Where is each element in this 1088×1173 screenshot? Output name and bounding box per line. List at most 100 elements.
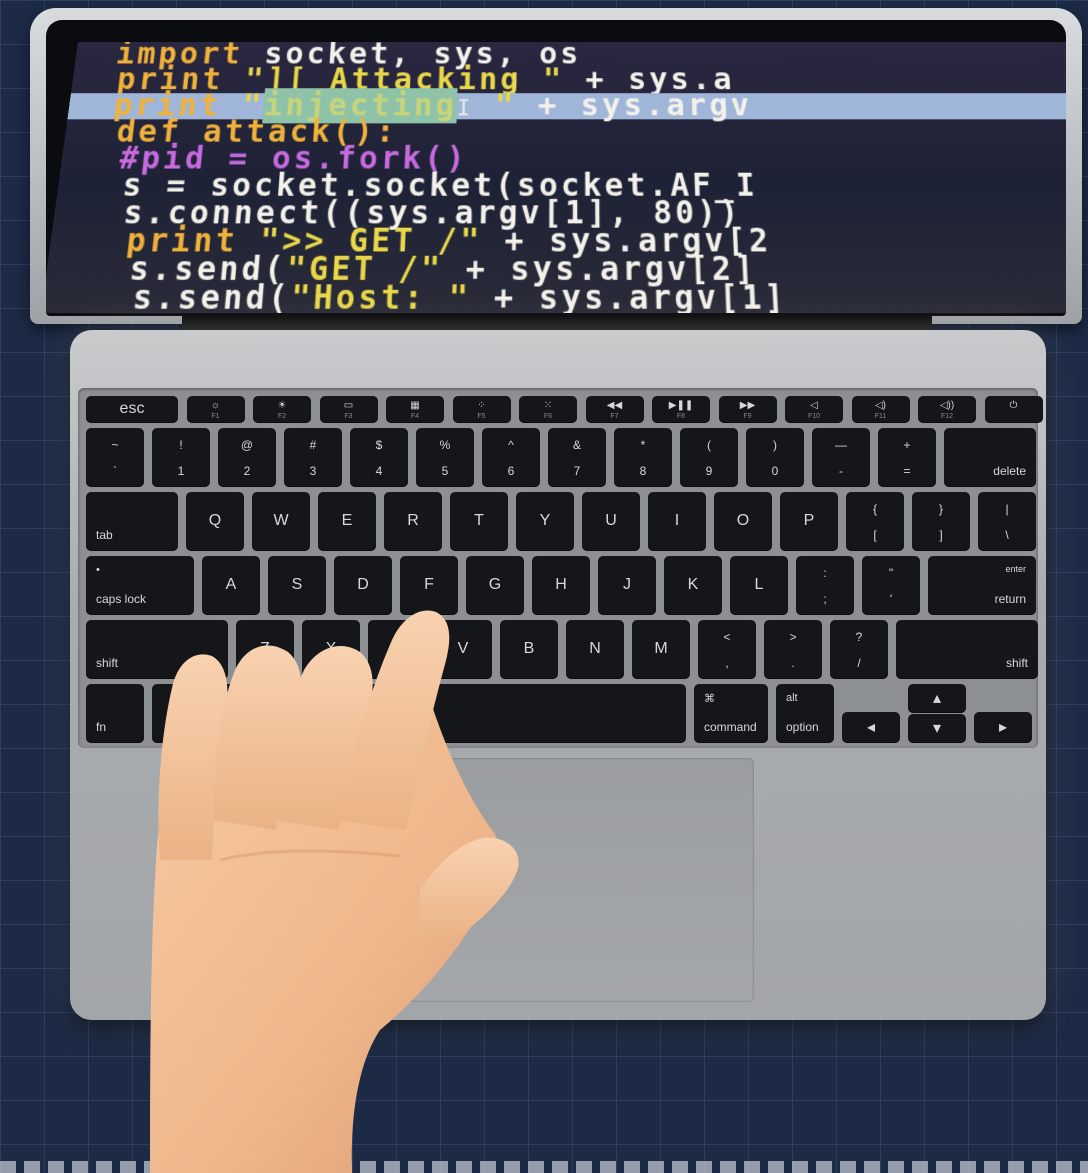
key-f10[interactable]: ◁ F10 xyxy=(785,396,843,422)
key-label: / xyxy=(857,656,861,670)
key-d[interactable]: D xyxy=(334,556,392,614)
key-label: F11 xyxy=(874,413,887,420)
key-f1[interactable]: ☼ F1 xyxy=(186,396,245,422)
code-editor-screen[interactable]: import socket, sys, os print "][ Attackin… xyxy=(46,42,1066,314)
trackpad[interactable] xyxy=(406,758,754,1002)
key-p[interactable]: P xyxy=(780,492,838,550)
key-f6[interactable]: ⁙ F6 xyxy=(519,396,577,422)
key-7[interactable]: & 7 xyxy=(548,428,606,486)
key-l[interactable]: L xyxy=(730,556,788,614)
key-arrow-down[interactable]: ▾ xyxy=(908,714,966,742)
key-label: alt xyxy=(786,692,798,704)
key-option-right[interactable]: option alt xyxy=(776,684,834,742)
key-z[interactable]: Z xyxy=(236,620,294,678)
key-backtick[interactable]: ~ ` xyxy=(86,428,144,486)
key-modifier-left[interactable] xyxy=(218,684,276,742)
key-command-right[interactable]: command ⌘ xyxy=(694,684,768,742)
key-j[interactable]: J xyxy=(598,556,656,614)
key-space[interactable] xyxy=(284,684,686,742)
key-f3[interactable]: ▭ F3 xyxy=(319,396,378,422)
key-power[interactable]: ⏻ xyxy=(984,396,1043,422)
key-shift-left[interactable]: shift xyxy=(86,620,228,678)
key-label: Z xyxy=(260,640,270,657)
key-arrow-right[interactable]: ▸ xyxy=(974,712,1032,742)
key-f9[interactable]: ▶▶ F9 xyxy=(718,396,777,422)
key-2[interactable]: @2 xyxy=(218,428,276,486)
key-label: ; xyxy=(823,592,827,606)
key-label: + xyxy=(903,438,911,452)
key-i[interactable]: I xyxy=(648,492,706,550)
key-label: 2 xyxy=(243,464,251,478)
key-arrow-left[interactable]: ◂ xyxy=(842,712,900,742)
key-f12[interactable]: ◁)) F12 xyxy=(918,396,976,422)
key-k[interactable]: K xyxy=(664,556,722,614)
key-y[interactable]: Y xyxy=(516,492,574,550)
key-q[interactable]: Q xyxy=(186,492,244,550)
key-w[interactable]: W xyxy=(252,492,310,550)
key-label: ^ xyxy=(508,438,514,452)
key-f5[interactable]: ⁘ F5 xyxy=(452,396,511,422)
key-o[interactable]: O xyxy=(714,492,772,550)
key-1[interactable]: ! 1 xyxy=(152,428,210,486)
key-tab[interactable]: tab xyxy=(86,492,178,550)
key-0[interactable]: ) 0 xyxy=(746,428,804,486)
key-f2[interactable]: ☀ F2 xyxy=(253,396,311,422)
key-delete[interactable]: delete xyxy=(944,428,1036,486)
key-6[interactable]: ^ 6 xyxy=(482,428,540,486)
key-label: [ xyxy=(873,528,877,542)
key-label: ⌘ xyxy=(704,693,715,705)
key-slash[interactable]: ? / xyxy=(830,620,888,678)
key-c[interactable]: C xyxy=(368,620,426,678)
key-label: # xyxy=(309,438,317,452)
key-s[interactable]: S xyxy=(268,556,326,614)
key-u[interactable]: U xyxy=(582,492,640,550)
key-b[interactable]: B xyxy=(500,620,558,678)
key-backslash[interactable]: | \ xyxy=(978,492,1036,550)
key-label: F8 xyxy=(676,413,686,420)
key-label: caps lock xyxy=(96,592,147,606)
key-f8[interactable]: ▶❚❚ F8 xyxy=(652,396,710,422)
key-n[interactable]: N xyxy=(566,620,624,678)
key-return[interactable]: return enter xyxy=(928,556,1036,614)
key-minus[interactable]: — - xyxy=(812,428,870,486)
key-h[interactable]: H xyxy=(532,556,590,614)
key-f7[interactable]: ◀◀ F7 xyxy=(585,396,644,422)
key-shift-right[interactable]: shift xyxy=(896,620,1038,678)
code-line[interactable]: s.send("Host: " + sys.argv[1] xyxy=(46,279,1066,313)
key-4[interactable]: $4 xyxy=(350,428,408,486)
key-label: C xyxy=(391,640,403,657)
key-3[interactable]: #3 xyxy=(284,428,342,486)
key-modifier-left[interactable] xyxy=(152,684,210,742)
key-fn[interactable]: fn xyxy=(86,684,144,742)
key-x[interactable]: X xyxy=(302,620,360,678)
key-label: 6 xyxy=(507,464,515,478)
key-f[interactable]: F xyxy=(400,556,458,614)
key-label: " xyxy=(888,566,894,580)
key-label: L xyxy=(754,576,764,593)
key-8[interactable]: * 8 xyxy=(614,428,672,486)
key-e[interactable]: E xyxy=(318,492,376,550)
key-equals[interactable]: + = xyxy=(878,428,936,486)
key-label: F4 xyxy=(410,413,420,420)
key-5[interactable]: % 5 xyxy=(416,428,474,486)
key-bracket-left[interactable]: {[ xyxy=(846,492,904,550)
key-r[interactable]: R xyxy=(384,492,442,550)
key-esc[interactable]: esc xyxy=(86,396,178,422)
key-caps-lock[interactable]: caps lock • xyxy=(86,556,194,614)
key-semicolon[interactable]: :; xyxy=(796,556,854,614)
key-v[interactable]: V xyxy=(434,620,492,678)
key-a[interactable]: A xyxy=(202,556,260,614)
key-f4[interactable]: ▦ F4 xyxy=(386,396,444,422)
key-period[interactable]: >. xyxy=(764,620,822,678)
key-comma[interactable]: <, xyxy=(698,620,756,678)
key-arrow-up[interactable]: ▴ xyxy=(908,684,966,712)
key-t[interactable]: T xyxy=(450,492,508,550)
key-label: $ xyxy=(375,438,383,452)
key-label: G xyxy=(488,576,502,593)
key-g[interactable]: G xyxy=(466,556,524,614)
key-quote[interactable]: " ' xyxy=(862,556,920,614)
key-9[interactable]: (9 xyxy=(680,428,738,486)
key-m[interactable]: M xyxy=(632,620,690,678)
key-f11[interactable]: ◁) F11 xyxy=(851,396,910,422)
key-bracket-right[interactable]: }] xyxy=(912,492,970,550)
